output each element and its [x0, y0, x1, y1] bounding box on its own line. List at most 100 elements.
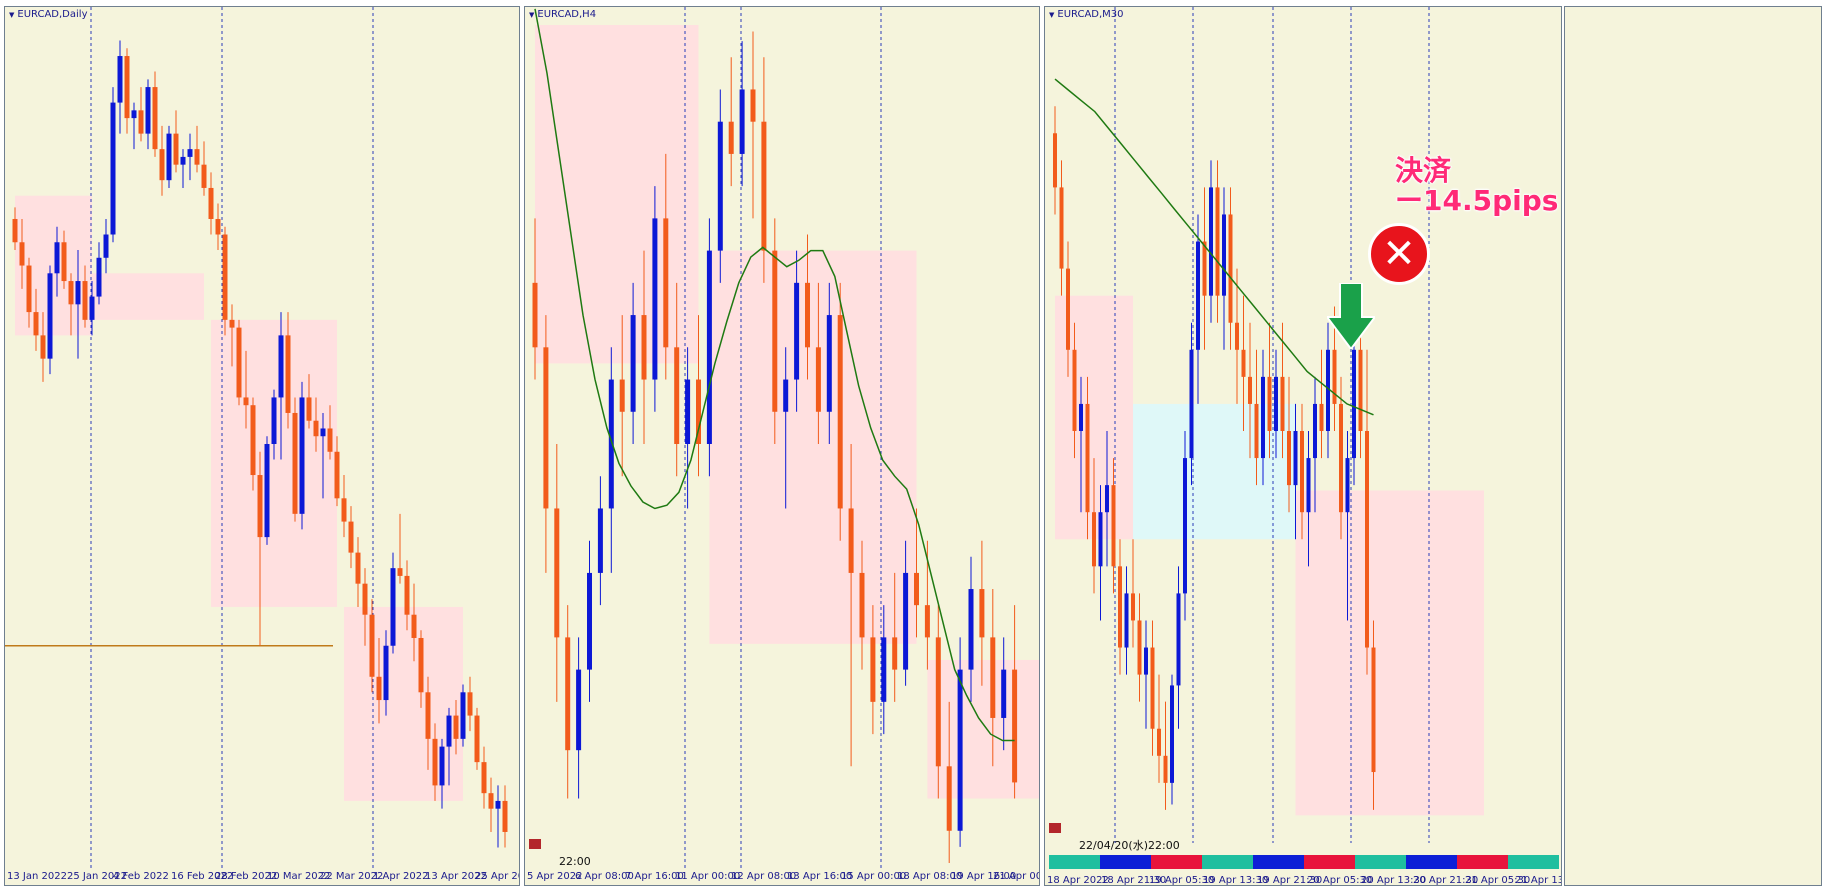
- candle-body: [362, 583, 368, 615]
- candle-body: [554, 508, 560, 638]
- candle-body: [565, 637, 571, 751]
- candle-body: [1111, 485, 1116, 567]
- candle-body: [881, 637, 887, 702]
- candle-body: [439, 746, 445, 786]
- chart-panel-overflow[interactable]: [1564, 6, 1822, 886]
- candle-body: [257, 475, 263, 538]
- candle-body: [859, 572, 865, 638]
- session-bar-segment: [1304, 855, 1355, 869]
- candle-body: [460, 692, 466, 739]
- candle-body: [306, 397, 312, 421]
- chart-title-m30: ▼ EURCAD,M30: [1049, 9, 1124, 20]
- candle-body: [327, 428, 333, 452]
- candle-body: [1261, 376, 1265, 459]
- candle-body: [264, 444, 270, 538]
- session-bar-segment: [1100, 855, 1151, 869]
- candle-body: [663, 218, 669, 348]
- candle-body: [805, 282, 810, 348]
- candle-body: [12, 218, 18, 243]
- candle-body: [348, 521, 354, 553]
- candle-body: [979, 589, 985, 638]
- collapse-triangle-icon: ▼: [9, 11, 15, 19]
- candle-body: [1280, 376, 1285, 431]
- candle-body: [1196, 241, 1200, 350]
- candle-body: [717, 121, 723, 251]
- candle-body: [1345, 458, 1350, 513]
- zone-rect: [344, 606, 463, 801]
- candle-body: [26, 265, 32, 313]
- candle-body: [187, 149, 193, 157]
- x-tick-label: 1 Apr 2022: [373, 871, 428, 882]
- session-bar-segment: [1406, 855, 1457, 869]
- zone-rect: [92, 273, 204, 320]
- candle-body: [772, 250, 778, 412]
- chart-panel-daily[interactable]: 13 Jan 2022 25 Jan 2022 4 Feb 2022 16 Feb 2…: [4, 6, 520, 886]
- candle-body: [166, 133, 172, 181]
- candle-body: [1241, 349, 1246, 377]
- candle-body: [1124, 593, 1129, 648]
- candle-body: [924, 605, 930, 638]
- candle-body: [313, 420, 319, 437]
- candle-body: [355, 552, 361, 584]
- chart-canvas-daily[interactable]: 13 Jan 2022 25 Jan 20224 Feb 2022 16 Feb 2…: [5, 7, 520, 886]
- candle-body: [794, 282, 800, 380]
- candle-body: [1222, 214, 1226, 296]
- session-bar-segment: [1457, 855, 1508, 869]
- candle-body: [1183, 458, 1187, 594]
- down-arrow-icon: [1327, 283, 1375, 349]
- candle-body: [61, 242, 67, 282]
- candle-body: [1118, 566, 1122, 648]
- candle-body: [215, 218, 221, 235]
- candle-body: [292, 412, 298, 514]
- candle-body: [576, 669, 582, 751]
- candle-body: [376, 676, 382, 701]
- candle-body: [236, 327, 242, 398]
- candle-body: [1339, 403, 1343, 513]
- chart-canvas-m30[interactable]: 18 Apr 202218 Apr 21:3019 Apr 05:3019 Ap…: [1045, 7, 1562, 886]
- candle-body: [543, 347, 549, 509]
- candle-body: [1189, 349, 1194, 459]
- candle-body: [173, 133, 179, 165]
- candle-body: [532, 282, 538, 348]
- candle-body: [1319, 403, 1324, 431]
- candle-body: [1085, 403, 1090, 513]
- candle-body: [1358, 349, 1363, 431]
- candle-body: [19, 242, 25, 266]
- close-chart-icon: [529, 839, 541, 849]
- candle-body: [630, 315, 636, 412]
- candle-body: [1248, 376, 1252, 404]
- candle-body: [474, 715, 480, 763]
- candle-body: [467, 692, 473, 716]
- candle-body: [946, 766, 952, 831]
- candle-body: [1228, 214, 1233, 323]
- session-bar-segment: [1508, 855, 1559, 869]
- candle-body: [33, 312, 39, 336]
- candle-body: [271, 397, 277, 444]
- candle-body: [641, 315, 647, 380]
- x-tick-label: 25 Apr 2022: [475, 871, 520, 882]
- chart-canvas-h4[interactable]: 5 Apr 20226 Apr 08:007 Apr 16:0011 Apr 0…: [525, 7, 1040, 886]
- chart-title-text: EURCAD,Daily: [17, 9, 88, 20]
- candle-body: [103, 234, 109, 258]
- zone-rect: [1295, 490, 1484, 816]
- chart-panel-h4[interactable]: 5 Apr 2022 6 Apr 08:00 7 Apr 16:00 11 Apr 0…: [524, 6, 1040, 886]
- candle-body: [481, 762, 487, 794]
- candle-body: [110, 102, 116, 235]
- candle-body: [815, 347, 821, 412]
- candle-body: [728, 121, 734, 154]
- candle-body: [1066, 268, 1070, 350]
- candle-body: [1215, 187, 1220, 296]
- candle-body: [1072, 349, 1077, 431]
- candle-body: [1170, 685, 1174, 783]
- candle-body: [1176, 593, 1181, 686]
- candle-body: [1150, 647, 1155, 729]
- chart-panel-m30[interactable]: 18 Apr 2022 18 Apr 21:30 19 Apr 05:30 19 Ap…: [1044, 6, 1562, 886]
- collapse-triangle-icon: ▼: [529, 11, 535, 19]
- candle-body: [1267, 376, 1272, 431]
- candle-body: [299, 397, 305, 514]
- session-bar-segment: [1151, 855, 1202, 869]
- candle-body: [488, 793, 494, 809]
- candle-body: [117, 56, 123, 103]
- candle-body: [124, 56, 130, 119]
- candle-body: [837, 315, 843, 509]
